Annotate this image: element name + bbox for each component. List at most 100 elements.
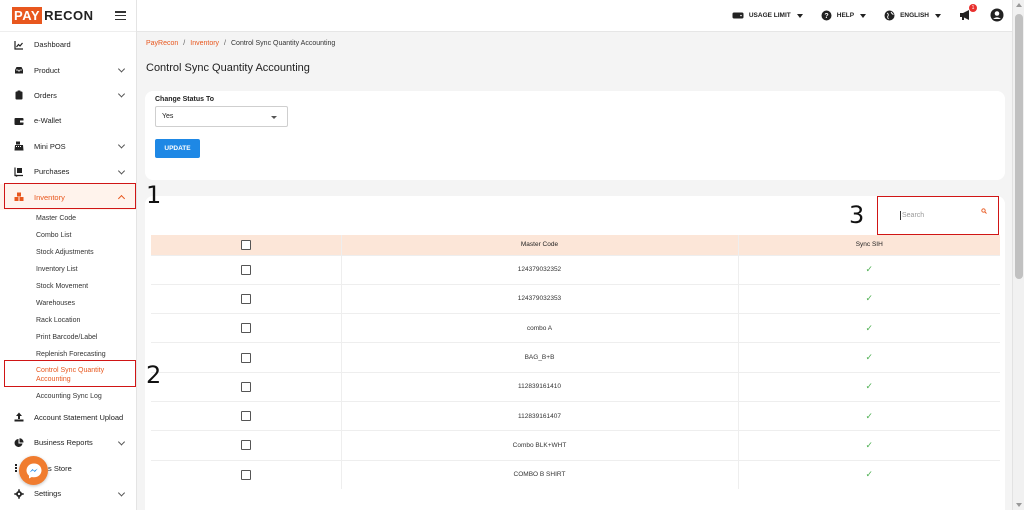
submenu-item-replenish-forecasting[interactable]: Replenish Forecasting xyxy=(0,346,136,363)
sync-sih-header[interactable]: Sync SIH xyxy=(738,235,1000,255)
search-placeholder: Search xyxy=(902,212,925,219)
row-checkbox[interactable] xyxy=(240,264,251,275)
sidebar-item-business-reports[interactable]: Business Reports xyxy=(0,430,136,455)
change-status-label: Change Status To xyxy=(155,96,214,103)
submenu-item-warehouses[interactable]: Warehouses xyxy=(0,295,136,312)
help-menu[interactable]: ? HELP xyxy=(821,10,867,21)
sidebar-item-purchases[interactable]: Purchases xyxy=(0,159,136,184)
sidebar-item-label: e-Wallet xyxy=(34,116,62,126)
submenu-item-master-code[interactable]: Master Code xyxy=(0,210,136,227)
search-icon[interactable] xyxy=(981,208,987,214)
sync-check-icon: ✓ xyxy=(738,459,1000,490)
topbar: USAGE LIMIT ? HELP ENGLISH 1 xyxy=(137,0,1012,32)
submenu-item-stock-adjustments[interactable]: Stock Adjustments xyxy=(0,244,136,261)
user-circle-icon xyxy=(990,8,1004,21)
row-checkbox[interactable] xyxy=(240,352,251,363)
notification-badge: 1 xyxy=(969,3,977,12)
page-title: Control Sync Quantity Accounting xyxy=(146,62,310,74)
table-row: Combo BLK+WHT ✓ xyxy=(151,430,1000,461)
row-select-cell xyxy=(151,371,342,402)
sync-check-icon: ✓ xyxy=(738,283,1000,314)
sidebar: PAY RECON Dashboard Product Orders e-Wal… xyxy=(0,0,137,510)
sidebar-item-dashboard[interactable]: Dashboard xyxy=(0,32,136,57)
chevron-up-icon xyxy=(117,194,126,203)
user-avatar-button[interactable] xyxy=(990,8,1004,24)
table-row: 124379032352 ✓ xyxy=(151,254,1000,285)
sidebar-menu: Dashboard Product Orders e-Wallet Mini P… xyxy=(0,32,136,210)
row-checkbox[interactable] xyxy=(240,411,251,422)
breadcrumb: PayRecon / Inventory / Control Sync Quantity… xyxy=(146,40,336,47)
brand-header: PAY RECON xyxy=(0,0,136,32)
select-all-checkbox[interactable] xyxy=(240,239,251,250)
sidebar-item-settings[interactable]: Settings xyxy=(0,481,136,506)
sidebar-item-inventory[interactable]: Inventory xyxy=(0,184,136,210)
usage-limit-label: USAGE LIMIT xyxy=(748,12,791,19)
inbox-icon xyxy=(14,65,24,75)
sync-check-icon: ✓ xyxy=(738,254,1000,285)
chevron-down-icon xyxy=(117,489,126,497)
submenu-item-inventory-list[interactable]: Inventory List xyxy=(0,261,136,278)
sidebar-item-account-statement[interactable]: Account Statement Upload xyxy=(0,405,136,430)
master-code-cell: BAG_B+B xyxy=(341,342,739,373)
announcements-button[interactable]: 1 xyxy=(959,3,977,23)
logo-recon-text: RECON xyxy=(44,8,94,23)
sidebar-item-label: Business Reports xyxy=(34,438,93,448)
sidebar-item-product[interactable]: Product xyxy=(0,57,136,82)
master-code-cell: COMBO B SHIRT xyxy=(341,459,739,490)
sidebar-menu-lower: Account Statement Upload Business Report… xyxy=(0,405,136,507)
chevron-down-icon xyxy=(117,167,126,175)
submenu-item-combo-list[interactable]: Combo List xyxy=(0,227,136,244)
scroll-up-arrow-icon[interactable] xyxy=(1016,3,1022,7)
table-row: 112839161407 ✓ xyxy=(151,400,1000,431)
breadcrumb-inventory-link[interactable]: Inventory xyxy=(190,40,219,47)
step-number-2: 2 xyxy=(146,361,162,389)
sync-table: Master Code Sync SIH 124379032352 ✓ 1243… xyxy=(151,235,1000,490)
hamburger-menu-icon[interactable] xyxy=(115,11,126,20)
submenu-item-stock-movement[interactable]: Stock Movement xyxy=(0,278,136,295)
messenger-icon xyxy=(26,463,41,478)
row-checkbox[interactable] xyxy=(240,469,251,480)
table-header-row: Master Code Sync SIH xyxy=(151,235,1000,255)
sidebar-item-ewallet[interactable]: e-Wallet xyxy=(0,108,136,133)
cash-register-icon xyxy=(14,141,24,151)
caret-down-icon xyxy=(860,13,867,18)
master-code-cell: 112839161410 xyxy=(341,371,739,402)
breadcrumb-home-link[interactable]: PayRecon xyxy=(146,40,178,47)
update-button[interactable]: UPDATE xyxy=(155,139,200,158)
help-label: HELP xyxy=(836,12,855,19)
scrollbar-thumb[interactable] xyxy=(1015,14,1023,279)
logo-pay-text: PAY xyxy=(12,7,43,24)
row-checkbox[interactable] xyxy=(240,323,251,334)
sidebar-item-orders[interactable]: Orders xyxy=(0,83,136,108)
master-code-header[interactable]: Master Code xyxy=(341,235,739,255)
sidebar-item-mini-pos[interactable]: Mini POS xyxy=(0,134,136,159)
row-checkbox[interactable] xyxy=(240,381,251,392)
wallet-icon xyxy=(14,116,24,126)
status-select-value: Yes xyxy=(162,113,174,120)
master-code-cell: 124379032353 xyxy=(341,283,739,314)
submenu-item-accounting-sync-log[interactable]: Accounting Sync Log xyxy=(0,388,136,405)
payrecon-logo[interactable]: PAY RECON xyxy=(12,7,94,24)
sync-check-icon: ✓ xyxy=(738,342,1000,373)
master-code-cell: 124379032352 xyxy=(341,254,739,285)
sync-check-icon: ✓ xyxy=(738,430,1000,461)
scroll-down-arrow-icon[interactable] xyxy=(1016,503,1022,507)
table-row: BAG_B+B ✓ xyxy=(151,342,1000,373)
status-select[interactable]: Yes xyxy=(155,106,288,127)
vertical-scrollbar[interactable] xyxy=(1012,0,1024,510)
submenu-item-rack-location[interactable]: Rack Location xyxy=(0,312,136,329)
submenu-item-control-sync[interactable]: Control Sync Quantity Accounting xyxy=(0,363,136,388)
row-checkbox[interactable] xyxy=(240,293,251,304)
submenu-item-print-barcode[interactable]: Print Barcode/Label xyxy=(0,329,136,346)
gear-icon xyxy=(14,488,24,499)
caret-down-icon xyxy=(935,13,941,18)
usage-limit-menu[interactable]: USAGE LIMIT xyxy=(732,11,803,20)
search-input[interactable]: Search xyxy=(880,199,996,232)
chevron-down-icon xyxy=(117,141,126,149)
row-checkbox[interactable] xyxy=(240,440,251,451)
clipboard-icon xyxy=(14,90,24,100)
row-select-cell xyxy=(151,283,342,314)
messenger-chat-button[interactable] xyxy=(19,456,48,485)
language-menu[interactable]: ENGLISH xyxy=(884,10,941,21)
chart-line-icon xyxy=(14,40,24,50)
